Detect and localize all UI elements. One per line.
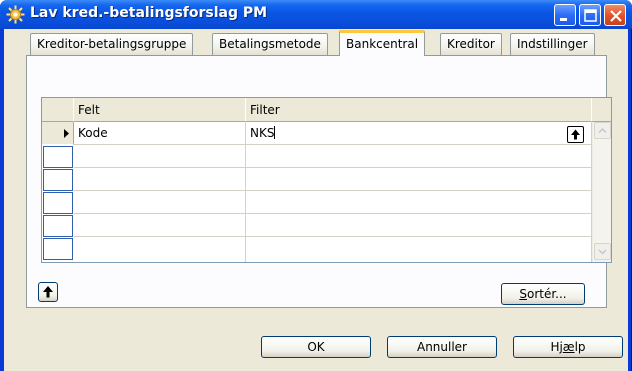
app-icon [6, 5, 25, 24]
cell-filter[interactable] [246, 214, 592, 237]
cell-filter[interactable]: NKS [246, 122, 592, 145]
help-button-label-end: lp [574, 340, 586, 354]
sort-button-accesskey: S [519, 287, 527, 301]
tab-betalingsmetode[interactable]: Betalingsmetode [212, 33, 328, 55]
row-selector[interactable] [43, 169, 73, 191]
up-arrow-icon [43, 286, 53, 298]
cell-felt[interactable] [74, 237, 246, 262]
cell-felt[interactable] [74, 214, 246, 237]
tab-indstillinger[interactable]: Indstillinger [510, 33, 595, 55]
current-row-icon [64, 129, 69, 138]
expand-button[interactable] [38, 282, 58, 302]
cell-felt[interactable] [74, 191, 246, 214]
row-selector[interactable] [43, 238, 73, 260]
help-button-label-start: Hj [550, 340, 563, 354]
grid-header-spacer [592, 98, 611, 122]
chevron-down-icon [598, 249, 607, 255]
help-button-accesskey: æ [562, 340, 575, 354]
help-button[interactable]: Hjælp [513, 336, 623, 358]
cell-filter-text: NKS [250, 126, 275, 140]
sort-button-label: ortér... [526, 287, 567, 301]
title-bar[interactable]: Lav kred.-betalingsforslag PM [0, 0, 632, 29]
text-cursor [274, 126, 276, 139]
cell-filter[interactable] [246, 191, 592, 214]
minimize-icon [560, 18, 567, 21]
tab-kreditor[interactable]: Kreditor [440, 33, 502, 55]
scroll-down-button[interactable] [594, 243, 611, 260]
chevron-up-icon [598, 127, 607, 134]
row-selector[interactable] [43, 192, 73, 214]
cell-filter[interactable] [246, 145, 592, 168]
window-title: Lav kred.-betalingsforslag PM [30, 5, 268, 21]
vertical-scrollbar[interactable] [592, 122, 611, 262]
column-header-filter[interactable]: Filter [246, 98, 592, 122]
row-selector-current[interactable] [42, 122, 74, 145]
cell-felt[interactable]: Kode [74, 122, 246, 145]
tab-bankcentral[interactable]: Bankcentral [339, 30, 426, 56]
lookup-button[interactable] [567, 126, 584, 143]
maximize-button[interactable] [579, 4, 601, 26]
row-selector[interactable] [43, 215, 73, 237]
cancel-button[interactable]: Annuller [387, 336, 497, 358]
column-header-felt[interactable]: Felt [74, 98, 246, 122]
minimize-button[interactable] [554, 4, 576, 26]
cell-filter[interactable] [246, 237, 592, 262]
close-button[interactable] [604, 4, 626, 26]
scroll-up-button[interactable] [594, 122, 611, 139]
grid-corner [42, 98, 74, 122]
close-icon [610, 10, 622, 22]
cell-felt[interactable] [74, 145, 246, 168]
cell-felt[interactable] [74, 168, 246, 191]
cell-filter[interactable] [246, 168, 592, 191]
tab-kreditor-betalingsgruppe[interactable]: Kreditor-betalingsgruppe [30, 33, 194, 55]
up-arrow-icon [571, 129, 580, 140]
sort-button[interactable]: Sortér... [501, 283, 585, 305]
row-selector[interactable] [43, 146, 73, 168]
filter-grid[interactable]: Felt Filter Kode NKS [41, 97, 612, 263]
ok-button[interactable]: OK [261, 336, 371, 358]
maximize-icon [584, 9, 597, 22]
